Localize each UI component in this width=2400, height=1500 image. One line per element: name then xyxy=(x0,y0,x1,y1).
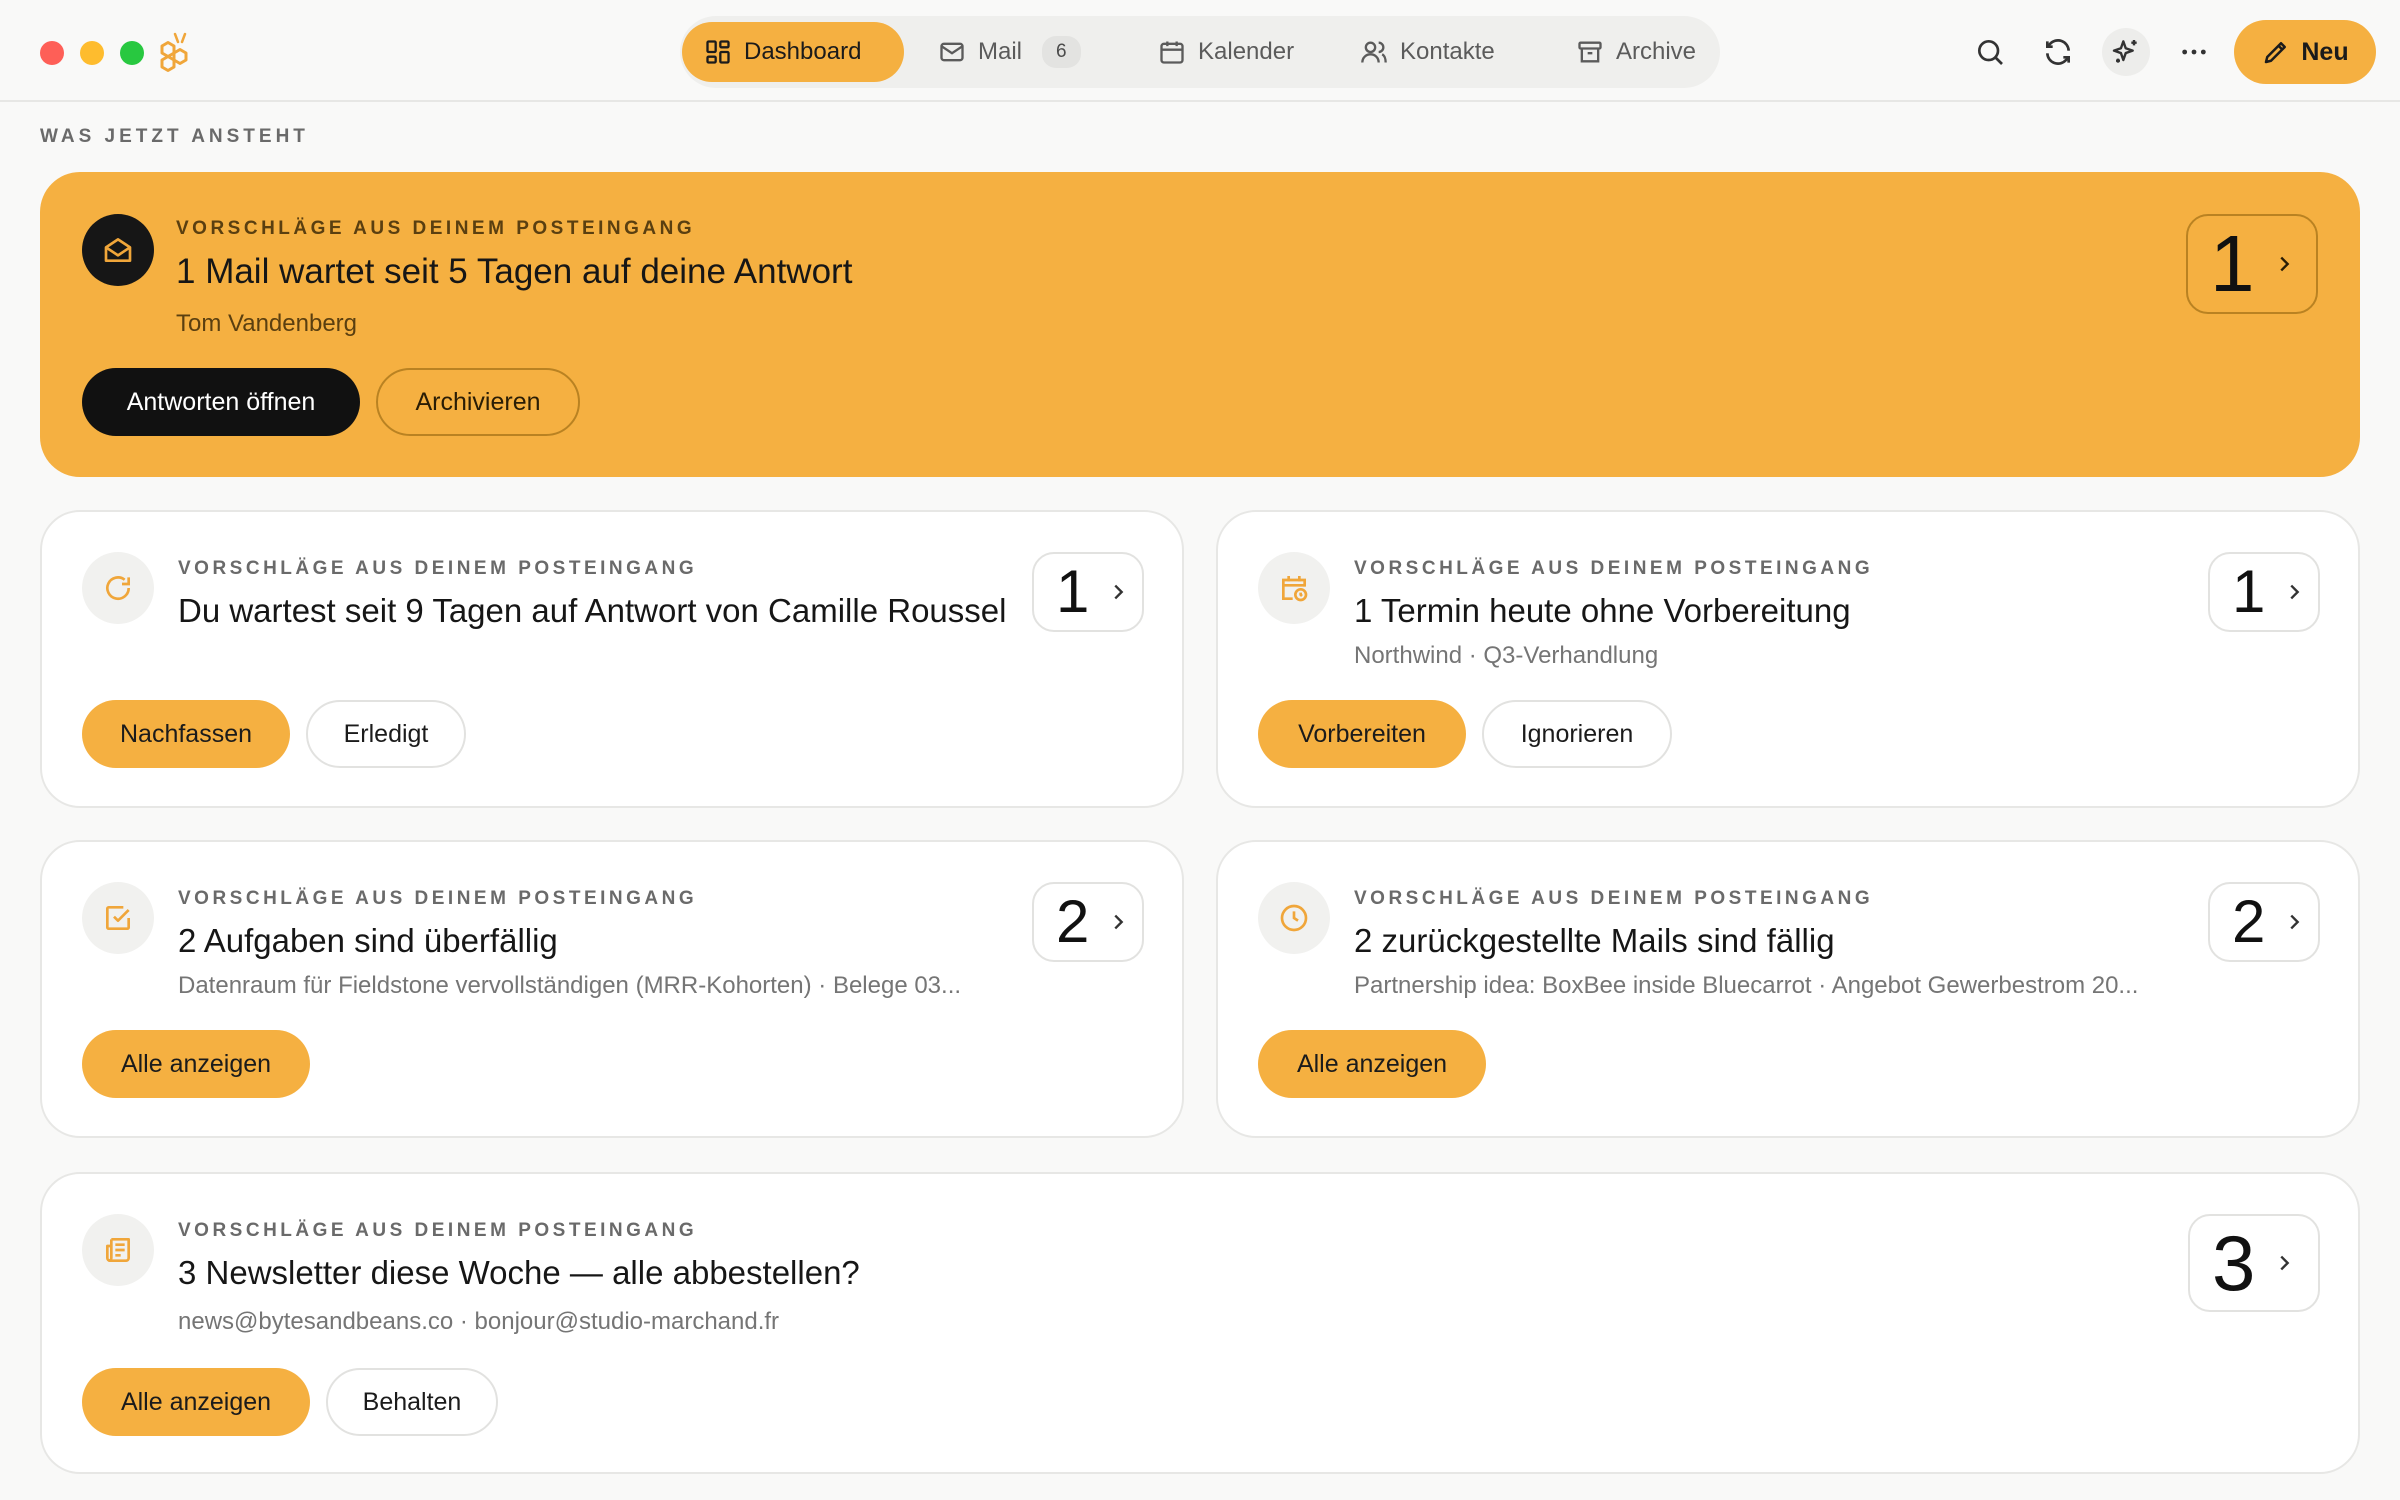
card-eyebrow: VORSCHLÄGE AUS DEINEM POSTEINGANG xyxy=(178,888,698,909)
refresh-button[interactable] xyxy=(2034,28,2082,76)
chevron-right-icon xyxy=(2280,1255,2290,1271)
card-title: Du wartest seit 9 Tagen auf Antwort von … xyxy=(178,592,1007,629)
count-value: 3 xyxy=(2212,1219,2256,1307)
card-eyebrow: VORSCHLÄGE AUS DEINEM POSTEINGANG xyxy=(176,218,696,239)
more-button[interactable] xyxy=(2170,28,2218,76)
count-button[interactable]: 1 xyxy=(1032,552,1144,632)
card-subtitle: news@bytesandbeans.co · bonjour@studio-m… xyxy=(178,1308,780,1335)
card-subtitle: Datenraum für Fieldstone vervollständige… xyxy=(178,972,962,999)
show-all-button[interactable]: Alle anzeigen xyxy=(82,1030,310,1098)
checkbox-icon xyxy=(106,906,130,930)
archive-icon xyxy=(1578,41,1602,63)
count-button[interactable]: 1 xyxy=(2208,552,2320,632)
count-value: 2 xyxy=(2232,888,2266,955)
window-zoom-button[interactable] xyxy=(120,41,144,65)
new-button[interactable]: Neu xyxy=(2234,20,2376,84)
suggestion-card-snoozed-mails: VORSCHLÄGE AUS DEINEM POSTEINGANG 2 zurü… xyxy=(1216,840,2360,1138)
card-icon-wrap xyxy=(82,1214,154,1286)
main-nav: Dashboard Mail 6 Kalender Kontakte Archi… xyxy=(680,16,1720,88)
tab-mail[interactable]: Mail 6 xyxy=(916,22,1082,82)
archive-button[interactable]: Archivieren xyxy=(376,368,580,436)
show-all-button[interactable]: Alle anzeigen xyxy=(1258,1030,1486,1098)
card-icon-wrap xyxy=(82,552,154,624)
newsletter-icon xyxy=(106,1238,130,1262)
mail-icon xyxy=(940,42,964,62)
card-subtitle: Northwind · Q3-Verhandlung xyxy=(1354,642,1659,669)
suggestion-card-unanswered-mail: VORSCHLÄGE AUS DEINEM POSTEINGANG 1 Mail… xyxy=(40,172,2360,477)
tab-dashboard[interactable]: Dashboard xyxy=(682,22,904,82)
tab-label: Kalender xyxy=(1198,38,1295,65)
card-icon-wrap xyxy=(1258,552,1330,624)
suggestion-card-meeting-prep: VORSCHLÄGE AUS DEINEM POSTEINGANG 1 Term… xyxy=(1216,510,2360,808)
show-all-button[interactable]: Alle anzeigen xyxy=(82,1368,310,1436)
card-title: 3 Newsletter diese Woche — alle abbestel… xyxy=(178,1254,860,1291)
count-value: 1 xyxy=(2232,558,2266,625)
contacts-icon xyxy=(1361,41,1387,63)
sparkle-icon xyxy=(2112,40,2137,63)
count-value: 2 xyxy=(1056,888,1090,955)
keep-button[interactable]: Behalten xyxy=(326,1368,498,1436)
tab-label: Mail xyxy=(978,38,1023,65)
tab-label: Archive xyxy=(1616,38,1697,65)
chevron-right-icon xyxy=(2290,914,2300,930)
suggestion-card-waiting-reply: VORSCHLÄGE AUS DEINEM POSTEINGANG Du war… xyxy=(40,510,1184,808)
count-button[interactable]: 3 xyxy=(2188,1214,2320,1312)
more-icon xyxy=(2182,49,2206,55)
card-title: 2 zurückgestellte Mails sind fällig xyxy=(1354,922,1835,959)
chevron-right-icon xyxy=(1114,914,1124,930)
tab-label: Kontakte xyxy=(1400,38,1495,65)
follow-up-button[interactable]: Nachfassen xyxy=(82,700,290,768)
tab-label: Dashboard xyxy=(744,38,862,65)
count-button[interactable]: 2 xyxy=(1032,882,1144,962)
section-heading: WAS JETZT ANSTEHT xyxy=(40,126,309,147)
card-subtitle: Tom Vandenberg xyxy=(176,310,358,337)
tab-archive[interactable]: Archive xyxy=(1554,22,1742,82)
card-eyebrow: VORSCHLÄGE AUS DEINEM POSTEINGANG xyxy=(178,1220,698,1241)
mail-open-icon xyxy=(104,238,132,262)
suggestion-card-newsletters: VORSCHLÄGE AUS DEINEM POSTEINGANG 3 News… xyxy=(40,1172,2360,1474)
card-icon-wrap xyxy=(82,214,154,286)
count-value: 1 xyxy=(1056,558,1090,625)
bee-logo-icon xyxy=(160,32,188,72)
calendar-clock-icon xyxy=(1282,576,1308,602)
done-button[interactable]: Erledigt xyxy=(306,700,466,768)
refresh-icon xyxy=(2046,39,2070,65)
search-button[interactable] xyxy=(1966,28,2014,76)
window-minimize-button[interactable] xyxy=(80,41,104,65)
ai-assistant-button[interactable] xyxy=(2102,28,2150,76)
top-bar: Dashboard Mail 6 Kalender Kontakte Archi… xyxy=(0,0,2400,102)
dashboard-icon xyxy=(706,40,730,64)
new-button-label: Neu xyxy=(2301,37,2349,66)
card-title: 2 Aufgaben sind überfällig xyxy=(178,922,558,959)
tab-kontakte[interactable]: Kontakte xyxy=(1338,22,1544,82)
count-button[interactable]: 2 xyxy=(2208,882,2320,962)
search-icon xyxy=(1978,40,2003,65)
card-eyebrow: VORSCHLÄGE AUS DEINEM POSTEINGANG xyxy=(1354,888,1874,909)
count-value: 1 xyxy=(2210,219,2255,308)
calendar-icon xyxy=(1160,41,1184,64)
chevron-right-icon xyxy=(2279,256,2289,272)
refresh-icon xyxy=(106,576,131,601)
card-icon-wrap xyxy=(1258,882,1330,954)
card-eyebrow: VORSCHLÄGE AUS DEINEM POSTEINGANG xyxy=(1354,558,1874,579)
tab-kalender[interactable]: Kalender xyxy=(1136,22,1326,82)
pencil-icon xyxy=(2265,42,2287,64)
clock-icon xyxy=(1280,904,1308,932)
ignore-button[interactable]: Ignorieren xyxy=(1482,700,1672,768)
window-close-button[interactable] xyxy=(40,41,64,65)
card-subtitle: Partnership idea: BoxBee inside Bluecarr… xyxy=(1354,972,2139,999)
card-title: 1 Mail wartet seit 5 Tagen auf deine Ant… xyxy=(176,252,853,291)
card-icon-wrap xyxy=(82,882,154,954)
prepare-button[interactable]: Vorbereiten xyxy=(1258,700,1466,768)
suggestion-card-overdue-tasks: VORSCHLÄGE AUS DEINEM POSTEINGANG 2 Aufg… xyxy=(40,840,1184,1138)
unread-count-badge: 6 xyxy=(1042,36,1081,68)
card-eyebrow: VORSCHLÄGE AUS DEINEM POSTEINGANG xyxy=(178,558,698,579)
chevron-right-icon xyxy=(2290,584,2300,600)
count-button[interactable]: 1 xyxy=(2186,214,2318,314)
chevron-right-icon xyxy=(1114,584,1124,600)
open-reply-button[interactable]: Antworten öffnen xyxy=(82,368,360,436)
card-title: 1 Termin heute ohne Vorbereitung xyxy=(1354,592,1851,629)
